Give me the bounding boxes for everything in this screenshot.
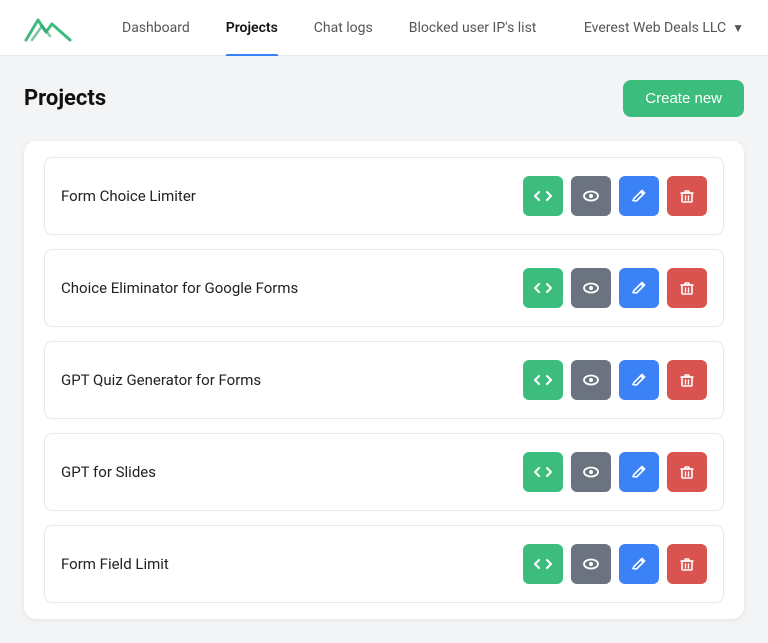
row-actions — [523, 452, 707, 492]
delete-button[interactable] — [667, 176, 707, 216]
logo[interactable] — [24, 10, 72, 46]
edit-button[interactable] — [619, 268, 659, 308]
create-new-button[interactable]: Create new — [623, 80, 744, 117]
row-actions — [523, 544, 707, 584]
page-title: Projects — [24, 86, 106, 111]
edit-button[interactable] — [619, 544, 659, 584]
main-content: Projects Create new Form Choice Limiter — [0, 56, 768, 643]
code-button[interactable] — [523, 544, 563, 584]
project-name: Form Field Limit — [61, 555, 169, 573]
nav-projects[interactable]: Projects — [208, 0, 296, 56]
preview-button[interactable] — [571, 176, 611, 216]
table-row: Form Choice Limiter — [44, 157, 724, 235]
delete-button[interactable] — [667, 268, 707, 308]
table-row: GPT Quiz Generator for Forms — [44, 341, 724, 419]
project-name: Form Choice Limiter — [61, 187, 196, 205]
edit-button[interactable] — [619, 452, 659, 492]
code-button[interactable] — [523, 176, 563, 216]
row-actions — [523, 176, 707, 216]
nav: Dashboard Projects Chat logs Blocked use… — [104, 0, 584, 56]
code-button[interactable] — [523, 268, 563, 308]
edit-button[interactable] — [619, 360, 659, 400]
delete-button[interactable] — [667, 360, 707, 400]
preview-button[interactable] — [571, 360, 611, 400]
nav-chatlogs[interactable]: Chat logs — [296, 0, 391, 56]
row-actions — [523, 268, 707, 308]
preview-button[interactable] — [571, 452, 611, 492]
account-name: Everest Web Deals LLC — [584, 20, 726, 36]
table-row: GPT for Slides — [44, 433, 724, 511]
preview-button[interactable] — [571, 544, 611, 584]
project-name: GPT for Slides — [61, 463, 156, 481]
chevron-down-icon: ▼ — [732, 21, 744, 35]
projects-card: Form Choice Limiter Choice Eliminator fo… — [24, 141, 744, 619]
code-button[interactable] — [523, 360, 563, 400]
account-menu[interactable]: Everest Web Deals LLC ▼ — [584, 20, 744, 36]
edit-button[interactable] — [619, 176, 659, 216]
preview-button[interactable] — [571, 268, 611, 308]
project-name: GPT Quiz Generator for Forms — [61, 371, 261, 389]
delete-button[interactable] — [667, 452, 707, 492]
project-name: Choice Eliminator for Google Forms — [61, 279, 298, 297]
code-button[interactable] — [523, 452, 563, 492]
table-row: Form Field Limit — [44, 525, 724, 603]
row-actions — [523, 360, 707, 400]
nav-dashboard[interactable]: Dashboard — [104, 0, 208, 56]
header: Dashboard Projects Chat logs Blocked use… — [0, 0, 768, 56]
nav-blockedips[interactable]: Blocked user IP's list — [391, 0, 555, 56]
delete-button[interactable] — [667, 544, 707, 584]
table-row: Choice Eliminator for Google Forms — [44, 249, 724, 327]
page-header: Projects Create new — [24, 80, 744, 117]
